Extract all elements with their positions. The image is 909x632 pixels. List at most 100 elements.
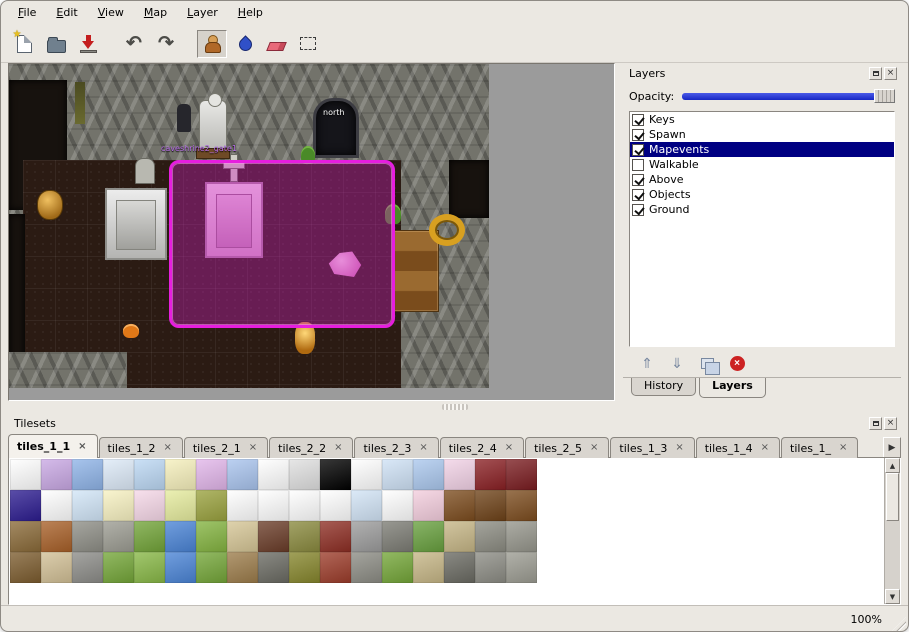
lower-layer-button[interactable]: ⇓ xyxy=(667,353,687,373)
close-tab-icon[interactable]: × xyxy=(673,442,685,454)
tile-swatch[interactable] xyxy=(506,459,537,490)
tile-swatch[interactable] xyxy=(196,490,227,521)
tileset-scrollbar[interactable]: ▲ ▼ xyxy=(884,458,900,604)
tile-swatch[interactable] xyxy=(475,490,506,521)
tile-swatch[interactable] xyxy=(72,490,103,521)
tile-swatch[interactable] xyxy=(289,521,320,552)
tile-swatch[interactable] xyxy=(227,521,258,552)
toolbar-button-redo[interactable]: ↷ xyxy=(151,30,181,58)
toolbar-button-open[interactable] xyxy=(41,30,71,58)
tile-swatch[interactable] xyxy=(351,490,382,521)
layers-float-button[interactable] xyxy=(869,67,882,80)
tile-swatch[interactable] xyxy=(475,552,506,583)
close-tab-icon[interactable]: × xyxy=(332,442,344,454)
tile-swatch[interactable] xyxy=(196,521,227,552)
tile-swatch[interactable] xyxy=(134,521,165,552)
resize-grip[interactable] xyxy=(892,617,906,631)
tile-swatch[interactable] xyxy=(227,552,258,583)
tile-swatch[interactable] xyxy=(289,459,320,490)
layer-checkbox[interactable] xyxy=(632,204,644,216)
tile-swatch[interactable] xyxy=(258,521,289,552)
close-tab-icon[interactable]: × xyxy=(161,442,173,454)
layers-dock-tab-0[interactable]: History xyxy=(631,377,696,396)
tile-swatch[interactable] xyxy=(413,521,444,552)
delete-layer-button[interactable]: × xyxy=(727,353,747,373)
tile-swatch[interactable] xyxy=(444,490,475,521)
toolbar-button-eraser[interactable] xyxy=(261,30,291,58)
tile-swatch[interactable] xyxy=(444,459,475,490)
layer-checkbox[interactable] xyxy=(632,114,644,126)
menu-edit[interactable]: Edit xyxy=(47,4,86,25)
tile-swatch[interactable] xyxy=(506,490,537,521)
tile-swatch[interactable] xyxy=(134,552,165,583)
tile-swatch[interactable] xyxy=(351,459,382,490)
tile-swatch[interactable] xyxy=(289,552,320,583)
menu-view[interactable]: View xyxy=(89,4,133,25)
layer-checkbox[interactable] xyxy=(632,129,644,141)
tile-swatch[interactable] xyxy=(134,490,165,521)
tile-swatch[interactable] xyxy=(413,459,444,490)
tile-swatch[interactable] xyxy=(165,552,196,583)
menu-help[interactable]: Help xyxy=(229,4,272,25)
tile-swatch[interactable] xyxy=(475,521,506,552)
tileset-tab-4[interactable]: tiles_2_3× xyxy=(354,437,438,458)
tile-swatch[interactable] xyxy=(320,490,351,521)
tile-swatch[interactable] xyxy=(103,490,134,521)
tileset-tab-1[interactable]: tiles_1_2× xyxy=(99,437,183,458)
tile-swatch[interactable] xyxy=(165,521,196,552)
map-view[interactable]: north caveshrine2_gate1 xyxy=(8,63,615,401)
tile-swatch[interactable] xyxy=(227,459,258,490)
layer-checkbox[interactable] xyxy=(632,174,644,186)
layer-checkbox[interactable] xyxy=(632,189,644,201)
tileset-tab-5[interactable]: tiles_2_4× xyxy=(440,437,524,458)
tile-swatch[interactable] xyxy=(10,459,41,490)
tile-swatch[interactable] xyxy=(103,521,134,552)
tile-swatch[interactable] xyxy=(444,552,475,583)
menu-file[interactable]: File xyxy=(9,4,45,25)
layer-row-6[interactable]: Ground xyxy=(630,202,894,217)
toolbar-button-select[interactable] xyxy=(293,30,323,58)
layer-row-3[interactable]: Walkable xyxy=(630,157,894,172)
tile-swatch[interactable] xyxy=(258,552,289,583)
horizontal-splitter[interactable] xyxy=(1,401,908,413)
toolbar-button-new[interactable]: ★ xyxy=(9,30,39,58)
toolbar-button-fill[interactable] xyxy=(229,30,259,58)
layer-checkbox[interactable] xyxy=(632,159,644,171)
tab-scroll-right-button[interactable]: ▶ xyxy=(883,437,901,458)
tileset-tab-7[interactable]: tiles_1_3× xyxy=(610,437,694,458)
tile-swatch[interactable] xyxy=(10,552,41,583)
toolbar-button-stamp[interactable] xyxy=(197,30,227,58)
tile-swatch[interactable] xyxy=(41,521,72,552)
tile-swatch[interactable] xyxy=(382,490,413,521)
tile-swatch[interactable] xyxy=(351,521,382,552)
menu-map[interactable]: Map xyxy=(135,4,176,25)
close-tab-icon[interactable]: × xyxy=(588,442,600,454)
tile-swatch[interactable] xyxy=(382,459,413,490)
tile-swatch[interactable] xyxy=(196,459,227,490)
tileset-tab-8[interactable]: tiles_1_4× xyxy=(696,437,780,458)
tile-swatch[interactable] xyxy=(382,521,413,552)
layers-dock-tab-1[interactable]: Layers xyxy=(699,377,766,398)
tile-swatch[interactable] xyxy=(41,552,72,583)
tile-swatch[interactable] xyxy=(289,490,320,521)
tile-swatch[interactable] xyxy=(134,459,165,490)
layer-row-2[interactable]: Mapevents xyxy=(630,142,894,157)
tile-swatch[interactable] xyxy=(165,490,196,521)
tile-swatch[interactable] xyxy=(41,459,72,490)
toolbar-button-save[interactable] xyxy=(73,30,103,58)
tile-grid[interactable] xyxy=(9,458,884,604)
opacity-slider-handle[interactable] xyxy=(874,89,895,103)
tile-swatch[interactable] xyxy=(103,459,134,490)
menu-layer[interactable]: Layer xyxy=(178,4,227,25)
tile-swatch[interactable] xyxy=(413,552,444,583)
tile-swatch[interactable] xyxy=(10,490,41,521)
tileset-tab-3[interactable]: tiles_2_2× xyxy=(269,437,353,458)
tileset-tab-2[interactable]: tiles_2_1× xyxy=(184,437,268,458)
raise-layer-button[interactable]: ⇑ xyxy=(637,353,657,373)
map-canvas[interactable]: north caveshrine2_gate1 xyxy=(9,64,489,388)
scrollbar-track[interactable] xyxy=(885,473,900,589)
tileset-tab-9[interactable]: tiles_1_× xyxy=(781,437,858,458)
close-tab-icon[interactable]: × xyxy=(503,442,515,454)
tile-swatch[interactable] xyxy=(72,521,103,552)
opacity-slider[interactable] xyxy=(682,88,895,104)
